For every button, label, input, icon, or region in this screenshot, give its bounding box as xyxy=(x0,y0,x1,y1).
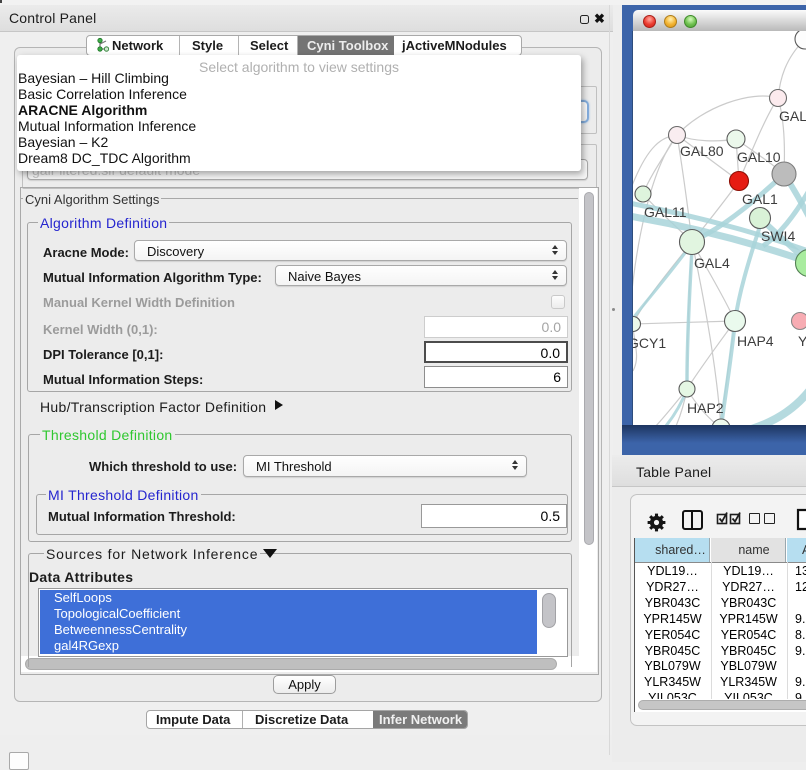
svg-text:HAP4: HAP4 xyxy=(737,333,774,349)
svg-text:SWI4: SWI4 xyxy=(761,228,795,244)
svg-text:GAL11: GAL11 xyxy=(644,204,687,220)
svg-text:Y: Y xyxy=(798,333,806,349)
svg-text:GAL7: GAL7 xyxy=(779,108,806,124)
svg-text:GAL10: GAL10 xyxy=(737,149,781,165)
svg-text:GCY1: GCY1 xyxy=(633,335,666,351)
svg-text:GAL4: GAL4 xyxy=(694,255,730,271)
svg-text:HAP2: HAP2 xyxy=(687,400,724,416)
svg-text:GAL80: GAL80 xyxy=(680,143,724,159)
svg-text:GAL1: GAL1 xyxy=(742,191,778,207)
